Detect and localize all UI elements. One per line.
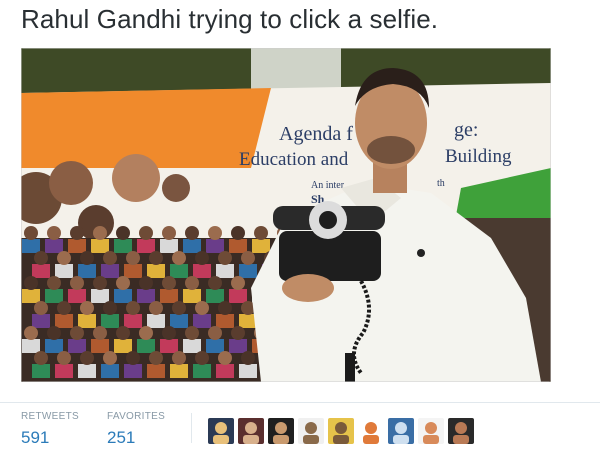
favorites-stat[interactable]: FAVORITES 251: [107, 411, 165, 448]
photo-scene: Agenda f ge: Education and Building An i…: [21, 48, 551, 382]
avatar-icon[interactable]: [388, 418, 414, 444]
banner-text-3: An inter: [311, 180, 345, 191]
avatar-icon[interactable]: [448, 418, 474, 444]
favorites-label: FAVORITES: [107, 411, 166, 422]
banner-text-3b: th: [437, 178, 445, 189]
banner-text-2b: Building: [445, 146, 512, 167]
favorites-count[interactable]: 251: [107, 428, 165, 448]
retweets-label: RETWEETS: [21, 411, 79, 422]
avatar-icon[interactable]: [208, 418, 234, 444]
retweets-count[interactable]: 591: [21, 428, 79, 448]
avatar-icon[interactable]: [328, 418, 354, 444]
banner-text-1: Agenda f: [279, 123, 353, 145]
avatar-icon[interactable]: [418, 418, 444, 444]
avatar-icon[interactable]: [268, 418, 294, 444]
tweet-stats: RETWEETS 591 FAVORITES 251: [0, 402, 600, 451]
banner-text-2: Education and: [239, 149, 349, 170]
tweet-photo[interactable]: Agenda f ge: Education and Building An i…: [21, 48, 551, 382]
banner-text-1b: ge:: [454, 119, 478, 141]
avatar-icon[interactable]: [298, 418, 324, 444]
stats-divider: [191, 413, 192, 443]
avatar-icon[interactable]: [358, 418, 384, 444]
tweet-text: Rahul Gandhi trying to click a selfie.: [21, 4, 439, 34]
avatar-icon[interactable]: [238, 418, 264, 444]
retweets-stat[interactable]: RETWEETS 591: [21, 411, 79, 448]
